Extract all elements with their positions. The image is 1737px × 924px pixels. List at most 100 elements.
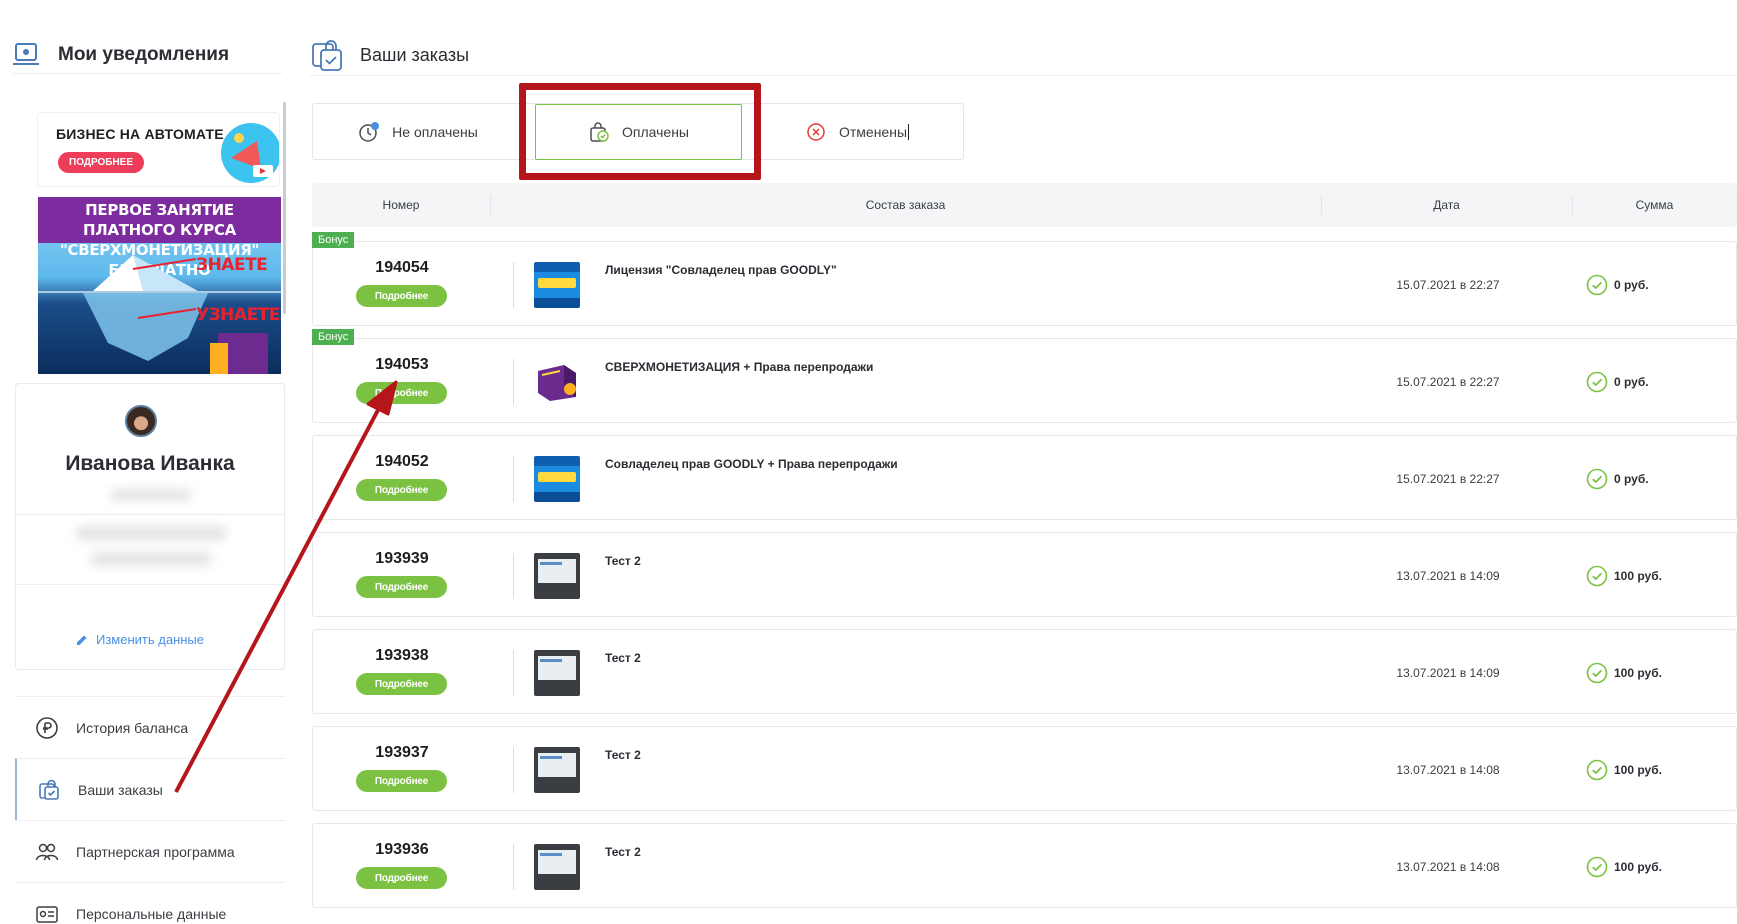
row-separator: [513, 747, 514, 793]
banner-course[interactable]: ПЕРВОЕ ЗАНЯТИЕ ПЛАТНОГО КУРСА "СВЕРХМОНЕ…: [38, 197, 281, 374]
sidebar-scrollbar[interactable]: [283, 102, 286, 314]
order-sum-value: 100 руб.: [1614, 762, 1662, 777]
order-sum: 100 руб.: [1586, 533, 1662, 618]
paid-check-icon: [1586, 468, 1608, 489]
avatar: [125, 405, 157, 437]
sidebar-item-personal-data[interactable]: Персональные данные: [15, 882, 285, 924]
row-separator: [513, 359, 514, 405]
table-row: Бонус 194054 Подробнее Лицензия "Совладелец…: [312, 232, 1737, 327]
order-details-button[interactable]: Подробнее: [356, 867, 447, 889]
partners-icon: [35, 843, 59, 860]
order-date: 15.07.2021 в 22:27: [1396, 471, 1500, 486]
order-details-button[interactable]: Подробнее: [356, 285, 447, 307]
order-details-button[interactable]: Подробнее: [356, 673, 447, 695]
banner-more-button[interactable]: ПОДРОБНЕЕ: [58, 152, 145, 173]
row-separator: [513, 844, 514, 890]
order-date: 15.07.2021 в 22:27: [1396, 277, 1500, 292]
order-product-name: Тест 2: [605, 554, 641, 568]
profile-divider: [16, 584, 284, 585]
notification-monitor-icon: [13, 42, 39, 65]
orders-bag-icon: [39, 779, 59, 800]
orders-bag-icon: [312, 39, 342, 71]
blurred-contact-1: [111, 489, 191, 501]
order-sum: 0 руб.: [1586, 436, 1649, 521]
sidebar-item-label: Ваши заказы: [78, 781, 163, 798]
table-row: 193936 Подробнее Тест 2 13.07.2021 в 14:08 1…: [312, 823, 1737, 908]
blurred-contact-2: [76, 526, 226, 540]
paid-check-icon: [1586, 565, 1608, 586]
tab-label: Не оплачены: [392, 123, 478, 140]
notifications-title: Мои уведомления: [58, 43, 230, 65]
order-sum-value: 100 руб.: [1614, 568, 1662, 583]
banner-business-text: БИЗНЕС НА АВТОМАТЕ: [56, 126, 224, 142]
order-number: 194054: [375, 259, 429, 276]
tab-cancelled[interactable]: Отменены: [749, 104, 965, 159]
sidebar-item-orders[interactable]: Ваши заказы: [15, 758, 285, 820]
table-row: 193937 Подробнее Тест 2 13.07.2021 в 14:08 1…: [312, 726, 1737, 811]
order-number: 193939: [375, 550, 429, 567]
order-number: 194052: [375, 453, 429, 470]
sidebar-item-label: Персональные данные: [76, 905, 227, 922]
sidebar-item-partners[interactable]: Партнерская программа: [15, 820, 285, 882]
order-sum: 100 руб.: [1586, 630, 1662, 715]
order-number: 193936: [375, 841, 429, 858]
edit-profile-label: Изменить данные: [96, 632, 204, 647]
edit-profile-link[interactable]: Изменить данные: [76, 632, 204, 647]
paid-check-icon: [1586, 274, 1608, 295]
profile-divider: [16, 514, 284, 515]
order-date: 13.07.2021 в 14:09: [1396, 568, 1500, 583]
profile-name: Иванова Иванка: [65, 452, 235, 475]
paid-check-icon: [1586, 371, 1608, 392]
product-thumbnail: [534, 650, 580, 696]
order-sum: 0 руб.: [1586, 339, 1649, 424]
profile-card: Иванова Иванка Изменить данные: [15, 383, 285, 670]
table-row: 193938 Подробнее Тест 2 13.07.2021 в 14:09 1…: [312, 629, 1737, 714]
order-product-name: Совладелец прав GOODLY + Права перепрода…: [605, 457, 898, 471]
order-date: 13.07.2021 в 14:08: [1396, 762, 1500, 777]
orders-table-header: Номер Состав заказа Дата Сумма: [312, 183, 1737, 227]
table-row: 193939 Подробнее Тест 2 13.07.2021 в 14:09 1…: [312, 532, 1737, 617]
order-sum-value: 100 руб.: [1614, 665, 1662, 680]
order-number: 193937: [375, 744, 429, 761]
product-thumbnail: [534, 844, 580, 890]
order-date: 13.07.2021 в 14:09: [1396, 665, 1500, 680]
sidebar-item-label: Партнерская программа: [76, 843, 235, 860]
banner-course-line1: ПЕРВОЕ ЗАНЯТИЕ ПЛАТНОГО КУРСА: [83, 201, 236, 239]
order-details-button[interactable]: Подробнее: [356, 770, 447, 792]
order-sum: 100 руб.: [1586, 824, 1662, 909]
table-row: Бонус 194053 Подробнее СВЕРХМОНЕТИЗАЦИЯ + П…: [312, 329, 1737, 424]
order-number: 193938: [375, 647, 429, 664]
order-sum-value: 0 руб.: [1614, 471, 1649, 486]
paid-check-icon: [1586, 856, 1608, 877]
product-thumbnail: [534, 553, 580, 599]
tab-paid[interactable]: Оплачены: [535, 104, 742, 160]
order-sum-value: 0 руб.: [1614, 277, 1649, 292]
paid-check-icon: [1586, 759, 1608, 780]
column-header-date[interactable]: Дата: [1321, 183, 1572, 227]
column-header-contents[interactable]: Состав заказа: [490, 183, 1321, 227]
tab-label: Отменены: [838, 123, 908, 140]
paid-bag-icon: [590, 122, 609, 142]
clock-icon: [359, 121, 380, 142]
notifications-header[interactable]: Мои уведомления: [12, 42, 282, 74]
column-header-number[interactable]: Номер: [312, 183, 490, 227]
pencil-icon: [77, 635, 87, 645]
bonus-badge: Бонус: [312, 232, 355, 248]
tab-label: Оплачены: [622, 124, 689, 140]
sidebar-item-balance-history[interactable]: История баланса: [15, 696, 285, 758]
column-header-sum[interactable]: Сумма: [1572, 183, 1737, 227]
banner-business-automation[interactable]: БИЗНЕС НА АВТОМАТЕ ПОДРОБНЕЕ: [37, 112, 280, 187]
order-details-button[interactable]: Подробнее: [356, 576, 447, 598]
order-date: 13.07.2021 в 14:08: [1396, 859, 1500, 874]
cancel-icon: [807, 122, 825, 141]
tab-unpaid[interactable]: Не оплачены: [313, 104, 523, 159]
order-sum: 100 руб.: [1586, 727, 1662, 812]
text-cursor: [908, 123, 910, 140]
order-sum: 0 руб.: [1586, 242, 1649, 327]
order-details-button[interactable]: Подробнее: [356, 382, 447, 404]
product-thumbnail: [534, 262, 580, 308]
ruble-icon: [36, 716, 58, 739]
product-thumbnail: [534, 456, 580, 502]
order-details-button[interactable]: Подробнее: [356, 479, 447, 501]
sidebar-menu: История баланса Ваши заказы Партнерская …: [15, 696, 285, 924]
